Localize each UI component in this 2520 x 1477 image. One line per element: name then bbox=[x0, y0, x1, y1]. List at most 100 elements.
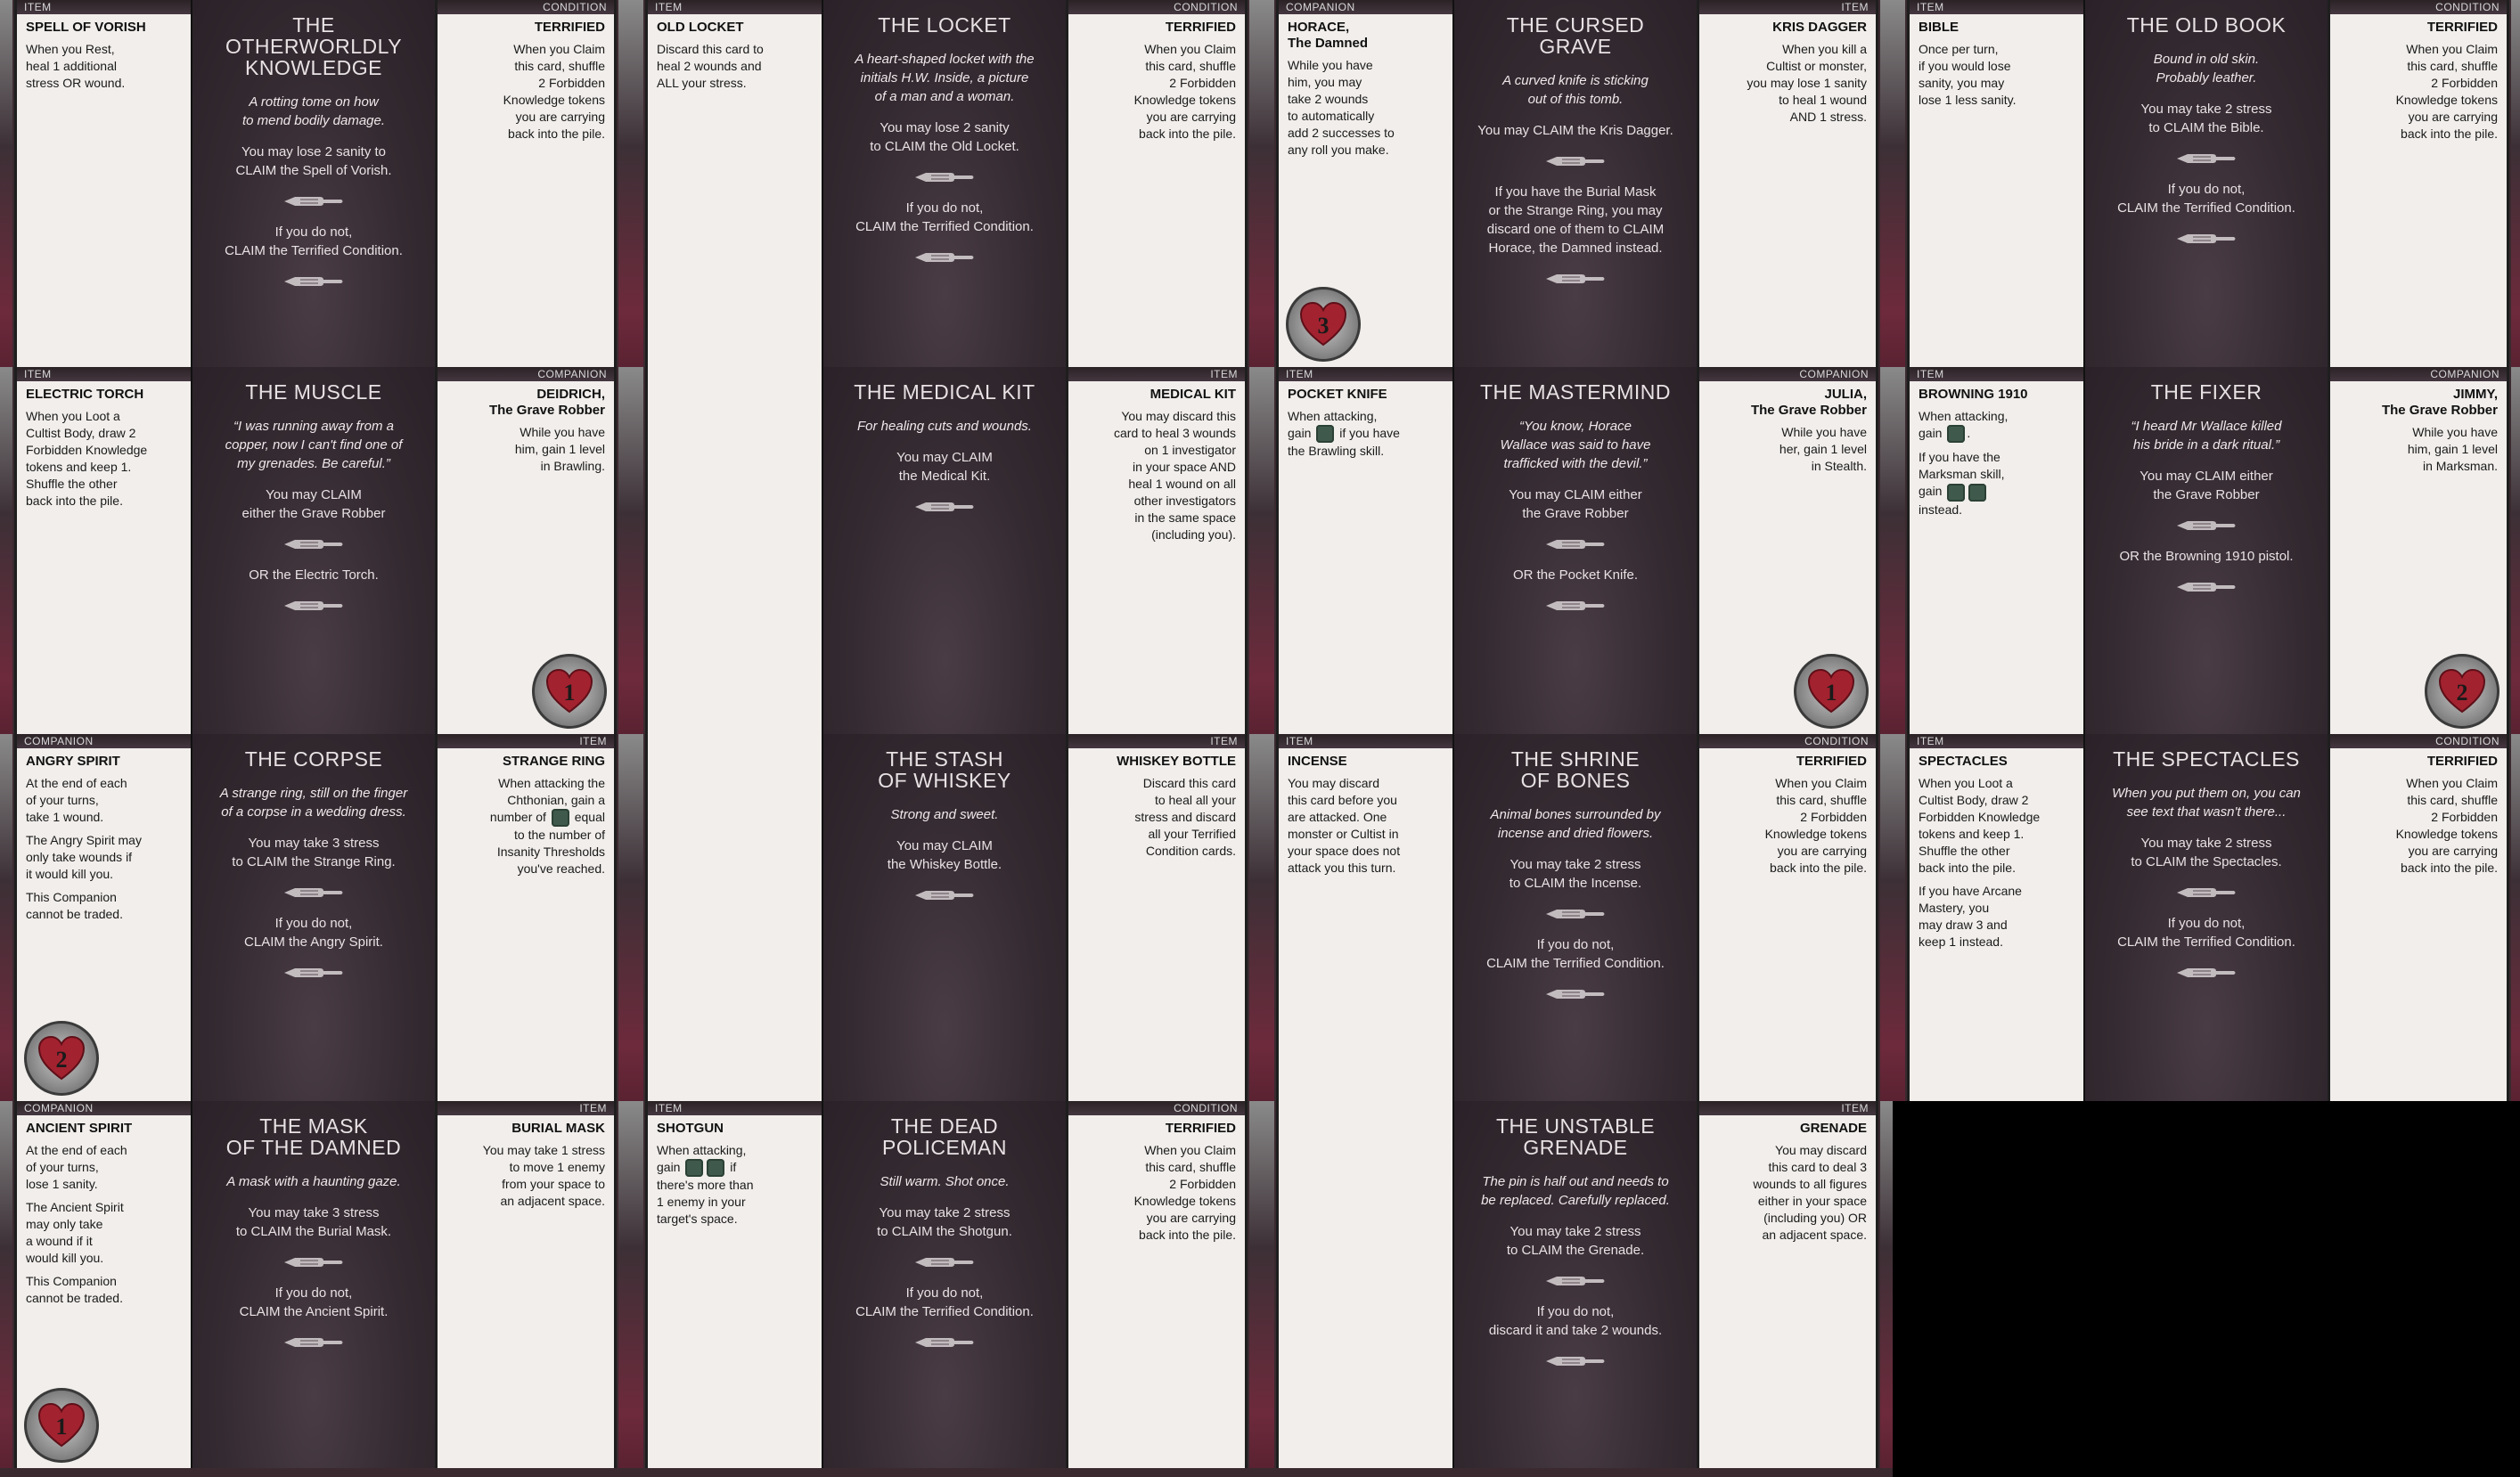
right-card: CONDITION TERRIFIED When you Claim this ca… bbox=[2328, 734, 2509, 1101]
rules-paragraph: When you Claim this card, shuffle 2 Forb… bbox=[2395, 776, 2498, 875]
encounter-title: THE CORPSE bbox=[244, 747, 383, 771]
card-rules-text: Discard this card to heal 2 wounds and A… bbox=[648, 39, 824, 100]
card-type-label: COMPANION bbox=[1279, 0, 1455, 14]
encounter-card: THE CURSED GRAVE A curved knife is sticki… bbox=[1452, 0, 1698, 367]
pointing-hand-icon bbox=[284, 277, 343, 286]
right-card: ITEM BURIAL MASK You may take 1 stress to … bbox=[435, 1101, 617, 1468]
flavor-text: “You know, Horace Wallace was said to ha… bbox=[1500, 419, 1651, 471]
rules-paragraph: When you kill a Cultist or monster, you … bbox=[1747, 42, 1867, 124]
left-card: ITEM POCKET KNIFE When attacking, gain if … bbox=[1276, 367, 1458, 734]
rules-paragraph: When you Claim this card, shuffle 2 Forb… bbox=[503, 42, 605, 141]
encounter-card: THE UNSTABLE GRENADE The pin is half out … bbox=[1452, 1101, 1698, 1468]
card-type-label: ITEM bbox=[17, 0, 193, 14]
rules-paragraph: You may discard this card to heal 3 woun… bbox=[1114, 409, 1236, 542]
card-type-label: CONDITION bbox=[2330, 0, 2507, 14]
rules-paragraph: You may take 1 stress to move 1 enemy fr… bbox=[482, 1143, 605, 1208]
encounter-card: THE MASTERMIND “You know, Horace Wallace … bbox=[1452, 367, 1698, 734]
card-rules-text: While you have him, gain 1 level in Braw… bbox=[438, 422, 614, 483]
rules-paragraph: Once per turn, if you would lose sanity,… bbox=[1919, 42, 2017, 107]
encounter-title: THE DEAD POLICEMAN bbox=[882, 1114, 1007, 1159]
encounter-card: THE STASH OF WHISKEY Strong and sweet. You… bbox=[822, 734, 1068, 1101]
card-title: SPECTACLES bbox=[1919, 754, 2008, 769]
encounter-card: THE OTHERWORLDLY KNOWLEDGE A rotting tome… bbox=[191, 0, 437, 367]
card-edge-band bbox=[1249, 367, 1262, 734]
card-edge-band bbox=[1880, 0, 1893, 367]
card-rules-text bbox=[1279, 1101, 1455, 1105]
health-token: 1 bbox=[1794, 654, 1869, 729]
card-edge-band bbox=[1262, 734, 1274, 1101]
success-dice-icon bbox=[1947, 425, 1966, 444]
health-token: 2 bbox=[24, 1021, 99, 1096]
card-rules-text: When you Claim this card, shuffle 2 Forb… bbox=[2330, 773, 2507, 885]
pointing-hand-icon bbox=[284, 601, 343, 610]
card-rules-text: Discard this card to heal all your stres… bbox=[1068, 773, 1245, 868]
card-edge-band bbox=[618, 1101, 631, 1468]
card-type-label: CONDITION bbox=[1068, 0, 1245, 14]
card-edge-band bbox=[631, 0, 643, 367]
claim-option: You may take 2 stress to CLAIM the Shotg… bbox=[877, 1205, 1012, 1239]
rules-paragraph: When you Loot a Cultist Body, draw 2 For… bbox=[1919, 776, 2041, 875]
claim-option: You may take 3 stress to CLAIM the Stran… bbox=[232, 836, 396, 869]
card-title: TERRIFIED bbox=[2426, 20, 2498, 35]
encounter-card: THE FIXER “I heard Mr Wallace killed his … bbox=[2083, 367, 2329, 734]
claim-option: You may lose 2 sanity to CLAIM the Spell… bbox=[235, 144, 392, 178]
card-rules-text: When you Claim this card, shuffle 2 Forb… bbox=[1068, 1140, 1245, 1252]
card-title: SPELL OF VORISH bbox=[26, 20, 146, 35]
card-type-label: ITEM bbox=[438, 734, 614, 748]
card-edge-band bbox=[631, 367, 643, 734]
card-type-label: ITEM bbox=[1910, 367, 2086, 381]
card-group: COMPANION HORACE, The Damned While you have… bbox=[1262, 0, 1893, 367]
claim-option: You may CLAIM the Medical Kit. bbox=[896, 450, 993, 484]
card-title: BURIAL MASK bbox=[511, 1121, 605, 1136]
rules-paragraph: While you have her, gain 1 level in Stea… bbox=[1779, 425, 1867, 473]
encounter-title: THE MASK OF THE DAMNED bbox=[225, 1114, 402, 1159]
health-value: 1 bbox=[55, 1414, 68, 1440]
pointing-hand-icon bbox=[2177, 888, 2236, 897]
left-card: ITEM BROWNING 1910 When attacking, gain . I… bbox=[1907, 367, 2089, 734]
card-type-label: COMPANION bbox=[1699, 367, 1876, 381]
health-token: 2 bbox=[2425, 654, 2500, 729]
claim-option: OR the Browning 1910 pistol. bbox=[2119, 549, 2294, 564]
encounter-title: THE MUSCLE bbox=[245, 380, 382, 404]
card-title: GRENADE bbox=[1799, 1121, 1867, 1136]
rules-paragraph: The Ancient Spirit may only take a wound… bbox=[26, 1200, 124, 1265]
encounter-title: THE OTHERWORLDLY KNOWLEDGE bbox=[225, 13, 403, 79]
card-type-label: ITEM bbox=[17, 367, 193, 381]
claim-option: You may CLAIM either the Grave Robber bbox=[241, 487, 386, 521]
rules-paragraph: If you have Arcane Mastery, you may draw… bbox=[1919, 884, 2022, 949]
claim-option: If you do not, CLAIM the Terrified Condi… bbox=[225, 224, 403, 258]
encounter-title: THE MASTERMIND bbox=[1480, 380, 1671, 404]
card-type-label: ITEM bbox=[648, 1101, 824, 1115]
card-rules-text: You may discard this card before you are… bbox=[1279, 773, 1455, 885]
card-title: TERRIFIED bbox=[2426, 754, 2498, 769]
card-group: COMPANION ANGRY SPIRIT At the end of each … bbox=[0, 734, 631, 1101]
rules-paragraph: When attacking the Chthonian, gain a num… bbox=[489, 776, 605, 877]
left-card: ITEM SPECTACLES When you Loot a Cultist Bo… bbox=[1907, 734, 2089, 1101]
claim-option: If you do not, CLAIM the Angry Spirit. bbox=[244, 916, 383, 950]
pointing-hand-icon bbox=[1546, 1277, 1605, 1285]
card-title: BROWNING 1910 bbox=[1919, 387, 2028, 402]
claim-option: If you do not, CLAIM the Terrified Condi… bbox=[2117, 916, 2295, 950]
health-value: 2 bbox=[2456, 680, 2468, 706]
card-edge-band bbox=[1893, 367, 1905, 734]
right-card: COMPANION DEIDRICH, The Grave Robber While … bbox=[435, 367, 617, 734]
card-title: JULIA, The Grave Robber bbox=[1750, 387, 1867, 418]
card-type-label: ITEM bbox=[648, 0, 824, 14]
card-edge-band bbox=[0, 367, 12, 734]
claim-option: If you do not, discard it and take 2 wou… bbox=[1488, 1304, 1663, 1338]
health-value: 2 bbox=[55, 1047, 68, 1073]
card-rules-text bbox=[648, 367, 824, 371]
encounter-card: THE MEDICAL KIT For healing cuts and woun… bbox=[822, 367, 1068, 734]
card-edge-band bbox=[1880, 734, 1893, 1101]
claim-option: You may take 2 stress to CLAIM the Grena… bbox=[1506, 1224, 1645, 1258]
rules-paragraph: Discard this card to heal all your stres… bbox=[1134, 776, 1236, 858]
card-type-label: ITEM bbox=[1699, 1101, 1876, 1115]
card-group: THE UNSTABLE GRENADE The pin is half out … bbox=[1262, 1101, 1893, 1468]
pointing-hand-icon bbox=[915, 1338, 974, 1347]
right-card: ITEM GRENADE You may discard this card to … bbox=[1697, 1101, 1878, 1468]
card-type-label: COMPANION bbox=[2330, 367, 2507, 381]
flavor-text: A strange ring, still on the finger of a… bbox=[219, 786, 408, 820]
left-card: ITEM SHOTGUN When attacking, gain if there… bbox=[645, 1101, 827, 1468]
card-rules-text: When you Loot a Cultist Body, draw 2 For… bbox=[1910, 773, 2086, 959]
encounter-card: THE MUSCLE “I was running away from a cop… bbox=[191, 367, 437, 734]
